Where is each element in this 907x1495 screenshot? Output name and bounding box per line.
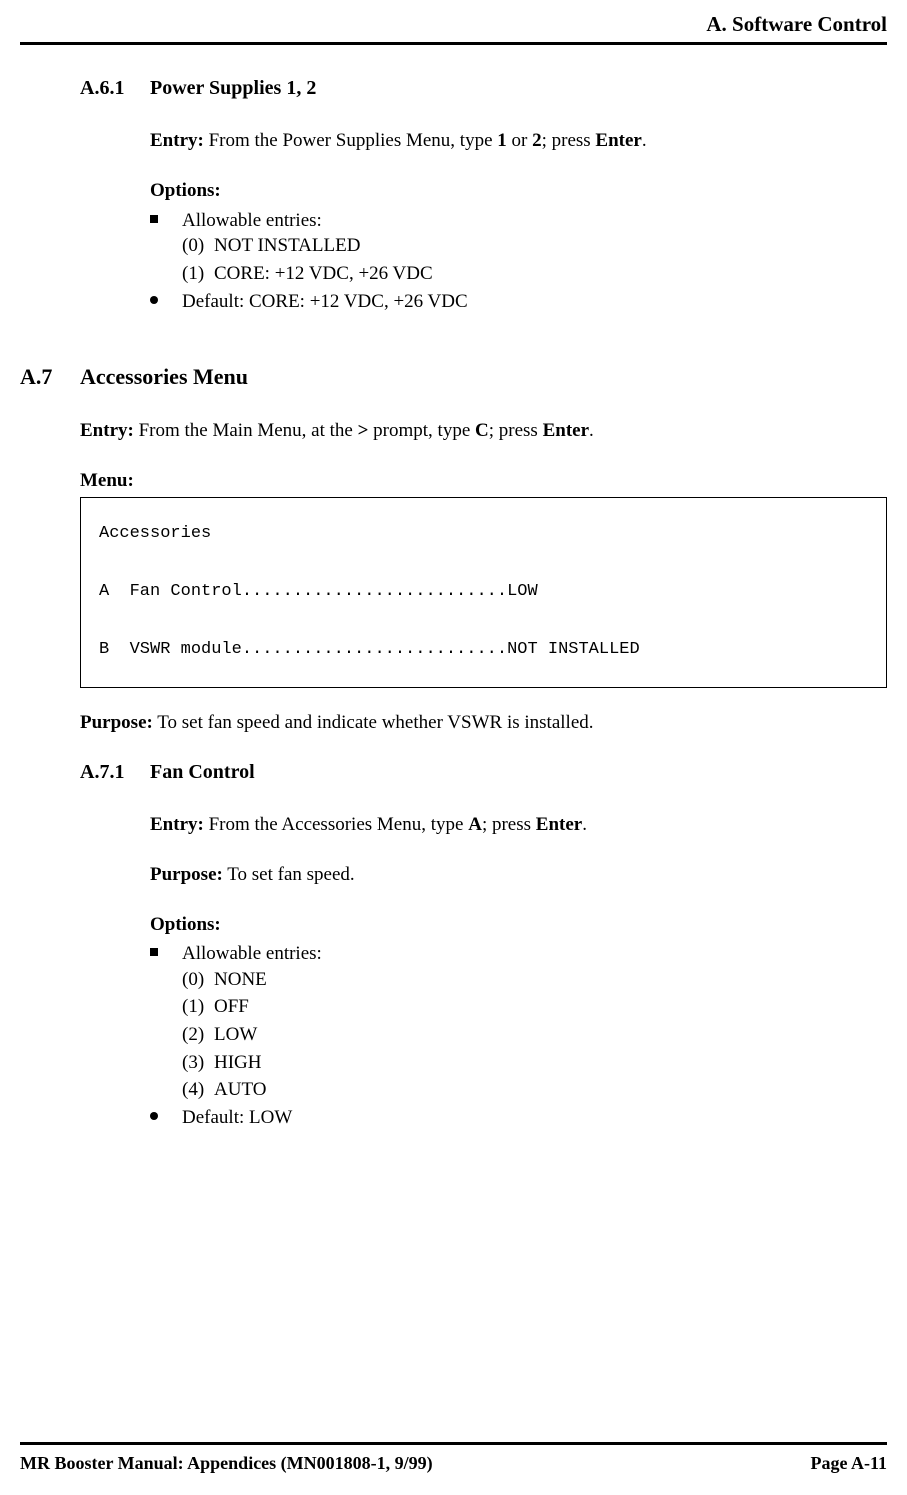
- entry-text: ; press: [482, 814, 536, 835]
- menu-line: B VSWR module..........................N…: [99, 640, 640, 659]
- menu-label: Menu:: [80, 468, 887, 494]
- option-row: (2)LOW: [182, 1022, 887, 1048]
- menu-line: A Fan Control..........................L…: [99, 582, 538, 601]
- option-row: (1)CORE: +12 VDC, +26 VDC: [182, 261, 887, 287]
- entry-para: Entry: From the Power Supplies Menu, typ…: [150, 128, 887, 154]
- allowable-label: Allowable entries:: [182, 941, 887, 967]
- heading-text: Fan Control: [150, 761, 255, 783]
- purpose-label: Purpose:: [80, 712, 153, 733]
- page-header-title: A. Software Control: [20, 10, 887, 42]
- option-row: (4)AUTO: [182, 1077, 887, 1103]
- heading-a61: A.6.1Power Supplies 1, 2: [80, 75, 887, 102]
- entry-para: Entry: From the Main Menu, at the > prom…: [80, 418, 887, 444]
- entry-label: Entry:: [150, 130, 204, 151]
- option-num: (3): [182, 1050, 214, 1076]
- purpose-para: Purpose: To set fan speed.: [150, 862, 887, 888]
- heading-a7: A.7Accessories Menu: [20, 362, 887, 392]
- option-num: (1): [182, 994, 214, 1020]
- entry-key: Enter: [595, 130, 641, 151]
- header-rule: [20, 42, 887, 45]
- entry-text: prompt, type: [368, 420, 475, 441]
- entry-text: or: [507, 130, 532, 151]
- page-footer: MR Booster Manual: Appendices (MN001808-…: [20, 1442, 887, 1475]
- options-label: Options:: [150, 912, 887, 938]
- option-row: (0)NONE: [182, 967, 887, 993]
- option-num: (0): [182, 233, 214, 259]
- menu-line: Accessories: [99, 524, 211, 543]
- entry-para: Entry: From the Accessories Menu, type A…: [150, 812, 887, 838]
- entry-key: A: [468, 814, 482, 835]
- heading-text: Power Supplies 1, 2: [150, 77, 316, 99]
- entry-label: Entry:: [80, 420, 134, 441]
- heading-num: A.7.1: [80, 759, 150, 786]
- entry-text: .: [589, 420, 594, 441]
- entry-key: Enter: [536, 814, 582, 835]
- entry-key: Enter: [543, 420, 589, 441]
- option-num: (2): [182, 1022, 214, 1048]
- heading-num: A.7: [20, 362, 80, 392]
- entry-text: .: [582, 814, 587, 835]
- entry-text: ; press: [489, 420, 543, 441]
- option-num: (4): [182, 1077, 214, 1103]
- entry-key: 2: [532, 130, 542, 151]
- option-val: OFF: [214, 996, 249, 1017]
- bullet-item: Allowable entries: (0)NOT INSTALLED (1)C…: [150, 208, 887, 287]
- option-num: (1): [182, 261, 214, 287]
- option-row: (1)OFF: [182, 994, 887, 1020]
- bullet-item: Allowable entries: (0)NONE (1)OFF (2)LOW…: [150, 941, 887, 1103]
- allowable-label: Allowable entries:: [182, 208, 887, 234]
- bullet-item: Default: LOW: [150, 1105, 887, 1131]
- bullet-item: Default: CORE: +12 VDC, +26 VDC: [150, 289, 887, 315]
- option-val: AUTO: [214, 1079, 266, 1100]
- option-row: (3)HIGH: [182, 1050, 887, 1076]
- option-val: NOT INSTALLED: [214, 235, 360, 256]
- default-text: Default: CORE: +12 VDC, +26 VDC: [182, 291, 468, 312]
- entry-key: C: [475, 420, 489, 441]
- option-row: (0)NOT INSTALLED: [182, 233, 887, 259]
- entry-text: From the Power Supplies Menu, type: [204, 130, 497, 151]
- purpose-text: To set fan speed.: [223, 864, 355, 885]
- entry-text: From the Accessories Menu, type: [204, 814, 468, 835]
- option-val: CORE: +12 VDC, +26 VDC: [214, 263, 433, 284]
- heading-a71: A.7.1Fan Control: [80, 759, 887, 786]
- entry-text: From the Main Menu, at the: [134, 420, 358, 441]
- purpose-para: Purpose: To set fan speed and indicate w…: [80, 710, 887, 736]
- entry-key: >: [358, 420, 369, 441]
- option-num: (0): [182, 967, 214, 993]
- purpose-label: Purpose:: [150, 864, 223, 885]
- entry-text: .: [642, 130, 647, 151]
- footer-right: Page A-11: [811, 1451, 888, 1475]
- option-val: NONE: [214, 969, 267, 990]
- heading-num: A.6.1: [80, 75, 150, 102]
- default-text: Default: LOW: [182, 1107, 292, 1128]
- entry-key: 1: [497, 130, 507, 151]
- entry-label: Entry:: [150, 814, 204, 835]
- heading-text: Accessories Menu: [80, 364, 248, 389]
- option-val: HIGH: [214, 1052, 262, 1073]
- options-label: Options:: [150, 178, 887, 204]
- purpose-text: To set fan speed and indicate whether VS…: [153, 712, 594, 733]
- footer-left: MR Booster Manual: Appendices (MN001808-…: [20, 1451, 433, 1475]
- footer-rule: [20, 1442, 887, 1445]
- entry-text: ; press: [542, 130, 596, 151]
- menu-box: Accessories A Fan Control...............…: [80, 497, 887, 687]
- option-val: LOW: [214, 1024, 257, 1045]
